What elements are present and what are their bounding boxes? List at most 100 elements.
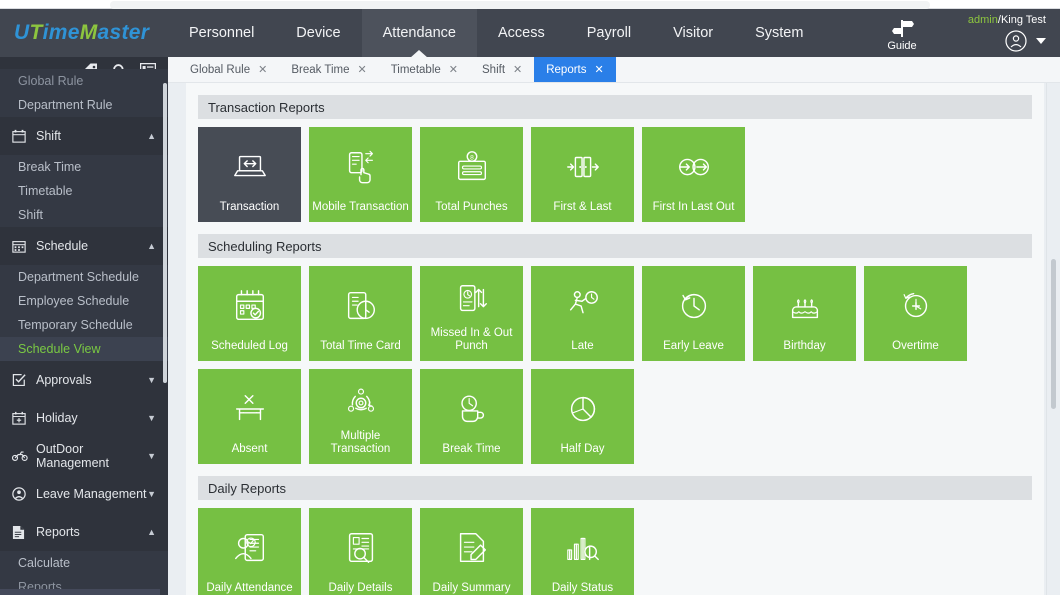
section-header: Scheduling Reports (198, 234, 1032, 258)
report-tile-label: Transaction (198, 201, 301, 223)
svg-text:8: 8 (470, 154, 474, 161)
nav-item-label: Payroll (587, 25, 631, 41)
report-tile-first-last[interactable]: First & Last (531, 127, 634, 222)
report-tile-label: First & Last (531, 201, 634, 223)
sidebar-group-approvals[interactable]: Approvals▼ (0, 361, 168, 399)
report-tile-daily-summary[interactable]: Daily Summary (420, 508, 523, 595)
sidebar-item-employee-schedule[interactable]: Employee Schedule (0, 289, 168, 313)
user-name: admin (968, 14, 998, 26)
calendar-icon (12, 129, 36, 143)
sidebar-group-holiday[interactable]: Holiday▼ (0, 399, 168, 437)
nav-item-payroll[interactable]: Payroll (566, 9, 652, 57)
report-tile-overtime[interactable]: Overtime (864, 266, 967, 361)
nav-spacer (824, 9, 869, 57)
report-tile-scheduled-log[interactable]: Scheduled Log (198, 266, 301, 361)
sidebar-item-schedule-view[interactable]: Schedule View (0, 337, 168, 361)
content-scrollbar-track[interactable] (1046, 83, 1060, 595)
nav-item-visitor[interactable]: Visitor (652, 9, 734, 57)
report-tile-label: Scheduled Log (198, 340, 301, 362)
report-tile-label: Late (531, 340, 634, 362)
nav-item-system[interactable]: System (734, 9, 824, 57)
app-logo[interactable]: UTime Master (0, 9, 168, 57)
motorbike-icon (12, 450, 36, 462)
sidebar-item-label: Calculate (18, 556, 70, 570)
report-tile-late[interactable]: Late (531, 266, 634, 361)
tab-close-icon[interactable]: ✕ (357, 63, 366, 76)
tab-break-time[interactable]: Break Time✕ (279, 57, 378, 82)
guide-button[interactable]: Guide (869, 9, 935, 57)
sidebar-group-schedule[interactable]: Schedule▲ (0, 227, 168, 265)
sidebar: Global Rule Department Rule Shift▲ Break Ti… (0, 57, 168, 595)
report-tile-early-leave[interactable]: Early Leave (642, 266, 745, 361)
nav-item-access[interactable]: Access (477, 9, 566, 57)
tab-close-icon[interactable]: ✕ (513, 63, 522, 76)
report-tile-missed-in-out-punch[interactable]: Missed In & Out Punch (420, 266, 523, 361)
report-tile-break-time[interactable]: Break Time (420, 369, 523, 464)
sidebar-item-label: Department Rule (18, 98, 113, 112)
report-tile-half-day[interactable]: Half Day (531, 369, 634, 464)
tab-global-rule[interactable]: Global Rule✕ (178, 57, 279, 82)
browser-address-bar[interactable] (110, 1, 930, 9)
tile-row: Transaction Mobile Transaction8Total Punc… (186, 119, 1044, 222)
sidebar-item-shift[interactable]: Shift (0, 203, 168, 227)
sidebar-horizontal-scrollbar[interactable] (0, 589, 160, 595)
tab-timetable[interactable]: Timetable✕ (379, 57, 470, 82)
nav-item-label: Visitor (673, 25, 713, 41)
tab-close-icon[interactable]: ✕ (449, 63, 458, 76)
sidebar-item-label: Global Rule (18, 74, 83, 88)
coffee-clock-icon (420, 369, 523, 443)
sidebar-item-department-schedule[interactable]: Department Schedule (0, 265, 168, 289)
sidebar-item-temporary-schedule[interactable]: Temporary Schedule (0, 313, 168, 337)
report-tile-first-in-last-out[interactable]: First In Last Out (642, 127, 745, 222)
nav-item-attendance[interactable]: Attendance (362, 9, 477, 57)
report-tile-mobile-transaction[interactable]: Mobile Transaction (309, 127, 412, 222)
report-tile-total-punches[interactable]: 8Total Punches (420, 127, 523, 222)
nav-item-device[interactable]: Device (275, 9, 361, 57)
primary-nav-items: PersonnelDeviceAttendance Access Payroll Vi… (168, 9, 824, 57)
sidebar-group-arrow-icon: ▼ (147, 489, 156, 499)
sidebar-item-global-rule[interactable]: Global Rule (0, 69, 168, 93)
half-pie-clock-icon (531, 369, 634, 443)
laptop-arrows-icon (198, 127, 301, 201)
report-tile-birthday[interactable]: Birthday (753, 266, 856, 361)
nav-item-personnel[interactable]: Personnel (168, 9, 275, 57)
sidebar-group-label: Holiday (36, 411, 147, 425)
browser-window-controls[interactable] (972, 2, 1052, 7)
tab-close-icon[interactable]: ✕ (258, 63, 267, 76)
report-tile-label: Daily Details (309, 582, 412, 595)
section-title: Daily Reports (208, 481, 286, 496)
report-tile-daily-status[interactable]: Daily Status (531, 508, 634, 595)
report-tile-total-time-card[interactable]: Total Time Card (309, 266, 412, 361)
report-tile-daily-attendance[interactable]: Daily Attendance (198, 508, 301, 595)
report-tile-absent[interactable]: Absent (198, 369, 301, 464)
report-tile-multiple-transaction[interactable]: Multiple Transaction (309, 369, 412, 464)
sidebar-group-reports[interactable]: Reports▲ (0, 513, 168, 551)
sidebar-scrollbar-thumb[interactable] (163, 83, 167, 383)
guide-label: Guide (887, 40, 916, 52)
sidebar-group-shift[interactable]: Shift▲ (0, 117, 168, 155)
content-area: Global Rule✕Break Time✕Timetable✕Shift✕R… (168, 57, 1060, 595)
empty-desk-icon (198, 369, 301, 443)
tab-reports[interactable]: Reports✕ (534, 57, 616, 82)
sidebar-item-label: Break Time (18, 160, 81, 174)
content-scrollbar-thumb[interactable] (1051, 259, 1056, 409)
sidebar-item-label: Schedule View (18, 342, 100, 356)
sidebar-item-timetable[interactable]: Timetable (0, 179, 168, 203)
running-clock-icon (531, 266, 634, 340)
arrows-circles-icon (642, 127, 745, 201)
tab-shift[interactable]: Shift✕ (470, 57, 534, 82)
nav-item-label: Access (498, 25, 545, 41)
sidebar-item-department-rule[interactable]: Department Rule (0, 93, 168, 117)
logo-m: M (80, 21, 98, 45)
report-tile-transaction[interactable]: Transaction (198, 127, 301, 222)
sidebar-group-leave-management[interactable]: Leave Management▼ (0, 475, 168, 513)
tab-close-icon[interactable]: ✕ (595, 63, 604, 76)
user-menu-button[interactable] (1004, 29, 1046, 53)
report-tile-daily-details[interactable]: Daily Details (309, 508, 412, 595)
sidebar-item-break-time[interactable]: Break Time (0, 155, 168, 179)
sidebar-item-calculate[interactable]: Calculate (0, 551, 168, 575)
reports-panel: Transaction ReportsTransactionMobile Tra… (186, 83, 1044, 595)
report-tile-label: Half Day (531, 443, 634, 465)
mobile-hand-icon (309, 127, 412, 201)
sidebar-group-outdoor-management[interactable]: OutDoor Management▼ (0, 437, 168, 475)
